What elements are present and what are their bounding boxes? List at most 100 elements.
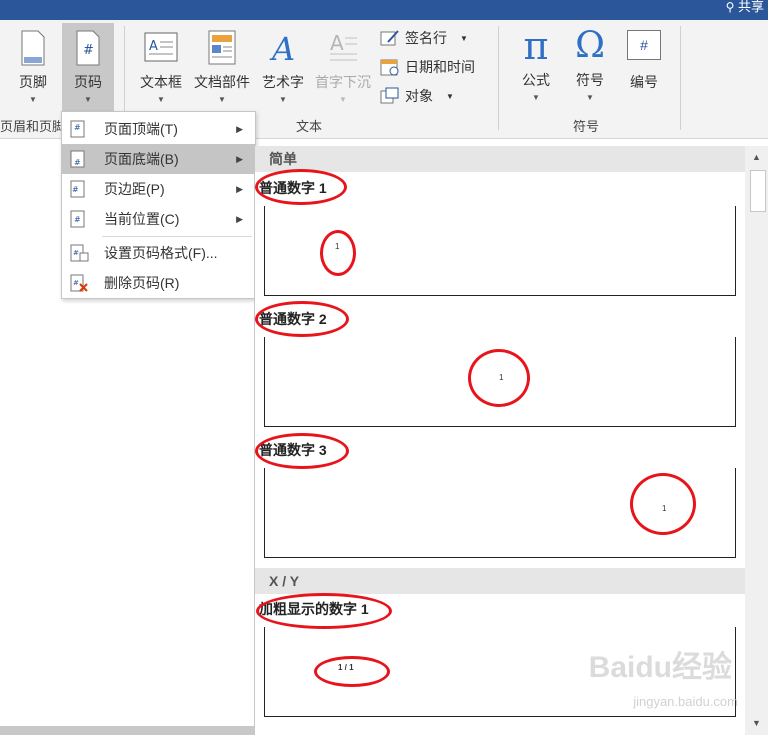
equation-label: 公式 — [522, 72, 550, 88]
svg-text:#: # — [74, 158, 81, 167]
menu-divider — [102, 236, 252, 237]
svg-text:#: # — [73, 249, 79, 257]
date-time-button[interactable]: 日期和时间 — [380, 57, 475, 77]
numbering-label: 编号 — [630, 74, 658, 90]
chevron-down-icon: ▼ — [218, 95, 226, 104]
object-icon — [380, 87, 399, 104]
watermark-logo: Baidu经验 — [588, 651, 732, 684]
menu-item-page-top[interactable]: # 页面顶端(T) ▶ — [62, 114, 255, 144]
svg-text:A: A — [269, 30, 295, 66]
page-number-button[interactable]: # 页码 ▼ — [62, 23, 114, 117]
signature-line-button[interactable]: 签名行 ▼ — [380, 28, 468, 48]
menu-item-format-page-numbers[interactable]: # 设置页码格式(F)... — [62, 238, 255, 268]
annotation-circle — [255, 433, 349, 469]
scrollbar-thumb[interactable] — [750, 170, 766, 212]
signature-line-icon — [380, 30, 399, 46]
group-divider — [680, 26, 681, 130]
symbol-label: 符号 — [576, 72, 604, 88]
chevron-down-icon: ▼ — [339, 95, 347, 104]
page-number-menu: # 页面顶端(T) ▶ # 页面底端(B) ▶ # 页边距(P) ▶ # 当前位… — [61, 111, 256, 299]
text-box-icon: A — [144, 32, 178, 62]
chevron-right-icon: ▶ — [236, 213, 243, 224]
group-divider — [498, 26, 499, 130]
format-page-numbers-icon: # — [70, 244, 89, 262]
date-time-label: 日期和时间 — [405, 59, 475, 75]
svg-text:A: A — [149, 39, 158, 54]
share-label: 共享 — [737, 0, 764, 14]
menu-item-remove-page-numbers[interactable]: # 删除页码(R) — [62, 268, 255, 298]
annotation-circle — [255, 301, 349, 337]
wordart-icon: A — [269, 30, 295, 66]
drop-cap-button[interactable]: A 首字下沉 ▼ — [310, 30, 376, 104]
text-box-label: 文本框 — [140, 74, 182, 90]
page-footer-icon — [21, 30, 45, 66]
chevron-right-icon: ▶ — [236, 183, 243, 194]
menu-item-label: 当前位置(C) — [104, 211, 180, 227]
chevron-down-icon: ▼ — [84, 95, 92, 104]
title-bar — [0, 0, 768, 20]
equation-icon: π — [523, 24, 549, 68]
footer-button[interactable]: 页脚 ▼ — [8, 30, 58, 104]
current-position-icon: # — [70, 210, 85, 228]
gallery-scrollbar[interactable] — [745, 146, 768, 735]
header-footer-group-label: 页眉和页脚 — [0, 119, 66, 134]
chevron-down-icon: ▼ — [460, 33, 468, 43]
symbol-button[interactable]: Ω 符号 ▼ — [566, 25, 614, 103]
chevron-down-icon: ▼ — [157, 95, 165, 104]
watermark-url: jingyan.baidu.com — [633, 694, 738, 709]
annotation-circle — [468, 349, 530, 407]
menu-item-label: 页边距(P) — [104, 181, 165, 197]
signature-line-label: 签名行 — [405, 30, 447, 46]
chevron-down-icon: ▼ — [446, 91, 454, 101]
menu-item-page-margins[interactable]: # 页边距(P) ▶ — [62, 174, 255, 204]
svg-text:#: # — [72, 185, 79, 194]
date-time-icon — [380, 59, 399, 76]
remove-page-numbers-icon: # — [70, 274, 88, 292]
text-box-button[interactable]: A 文本框 ▼ — [136, 30, 186, 104]
page-number-button-label: 页码 — [74, 74, 102, 90]
svg-text:#: # — [73, 279, 79, 287]
chevron-down-icon: ▼ — [29, 95, 37, 104]
chevron-down-icon: ▼ — [279, 95, 287, 104]
gallery-section-header: X / Y — [255, 568, 745, 594]
menu-item-label: 设置页码格式(F)... — [104, 245, 218, 261]
menu-item-label: 页面底端(B) — [104, 151, 179, 167]
text-group-label: 文本 — [296, 119, 323, 134]
symbols-group-label: 符号 — [573, 119, 600, 134]
object-button[interactable]: 对象 ▼ — [380, 86, 454, 106]
quick-parts-button[interactable]: 文档部件 ▼ — [190, 30, 254, 104]
wordart-label: 艺术字 — [262, 74, 304, 90]
scroll-down-icon[interactable]: ▼ — [752, 718, 761, 728]
numbering-button[interactable]: # 编号 — [620, 30, 668, 92]
quick-parts-label: 文档部件 — [194, 74, 250, 90]
equation-button[interactable]: π 公式 ▼ — [512, 26, 560, 102]
drop-cap-label: 首字下沉 — [315, 74, 371, 90]
annotation-circle — [256, 593, 392, 629]
wordart-button[interactable]: A 艺术字 ▼ — [258, 30, 308, 104]
share-button[interactable]: ⚲ 共享 — [726, 0, 768, 20]
page-margins-icon: # — [70, 180, 85, 198]
share-icon: ⚲ — [725, 0, 735, 14]
svg-text:#: # — [83, 43, 94, 58]
annotation-circle — [255, 169, 347, 205]
quick-parts-icon — [208, 30, 236, 65]
page-top-icon: # — [70, 120, 85, 138]
object-label: 对象 — [405, 88, 433, 104]
annotation-circle — [320, 230, 356, 276]
svg-text:#: # — [74, 123, 81, 132]
chevron-right-icon: ▶ — [236, 123, 243, 134]
annotation-circle — [314, 656, 390, 687]
symbol-icon: Ω — [575, 25, 605, 66]
gallery-section-header: 简单 — [255, 146, 745, 172]
svg-text:A: A — [330, 31, 344, 55]
menu-item-label: 页面顶端(T) — [104, 121, 178, 137]
scroll-up-icon[interactable]: ▲ — [752, 152, 761, 162]
menu-item-page-bottom[interactable]: # 页面底端(B) ▶ — [62, 144, 255, 174]
menu-item-label: 删除页码(R) — [104, 275, 180, 291]
footer-button-label: 页脚 — [19, 74, 47, 90]
numbering-icon: # — [627, 30, 661, 60]
chevron-right-icon: ▶ — [236, 153, 243, 164]
menu-item-current-position[interactable]: # 当前位置(C) ▶ — [62, 204, 255, 234]
page-number-icon: # — [76, 30, 100, 66]
svg-text:#: # — [74, 215, 81, 224]
